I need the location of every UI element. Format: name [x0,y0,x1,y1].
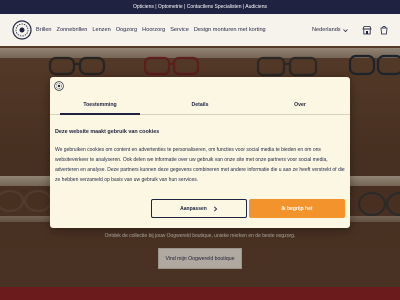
language-label: Nederlands [312,27,341,33]
nav-item-oogzorg[interactable]: Oogzorg [116,27,137,33]
main-nav: Brillen Zonnebrillen Lenzen Oogzorg Hoor… [36,14,266,46]
chevron-right-icon [213,205,218,212]
nav-item-zonnebrillen[interactable]: Zonnebrillen [57,27,88,33]
cookie-heading: Deze website maakt gebruik van cookies [55,129,160,135]
site-header: Brillen Zonnebrillen Lenzen Oogzorg Hoor… [0,14,400,46]
language-selector[interactable]: Nederlands [312,14,348,46]
store-icon[interactable] [362,25,372,35]
nav-item-service[interactable]: Service [170,27,189,33]
accept-label: Ik begrijp het [281,205,313,212]
tab-over[interactable]: Over [250,95,350,114]
cookie-body-text: We gebruiken cookies om content en adver… [55,147,345,183]
customize-button[interactable]: Aanpassen [151,199,247,218]
tab-details[interactable]: Details [150,95,250,114]
accept-cookies-button[interactable]: Ik begrijp het [249,199,345,218]
nav-item-design-monturen[interactable]: Design monturen met korting [194,27,266,33]
logo-icon [54,81,64,91]
tab-toestemming[interactable]: Toestemming [50,95,150,115]
logo-icon[interactable] [12,20,32,40]
top-info-bar: Opticiens | Optometrie | Contactlens Spe… [0,0,400,14]
nav-item-hoorzorg[interactable]: Hoorzorg [142,27,165,33]
cookie-consent-dialog: Toestemming Details Over Deze website ma… [50,77,350,228]
top-info-text: Opticiens | Optometrie | Contactlens Spe… [133,4,267,10]
customize-label: Aanpassen [180,205,207,212]
nav-item-brillen[interactable]: Brillen [36,27,52,33]
cookie-tabs: Toestemming Details Over [50,95,350,115]
cart-icon[interactable] [379,25,389,35]
chevron-down-icon [342,28,348,32]
nav-item-lenzen[interactable]: Lenzen [92,27,110,33]
